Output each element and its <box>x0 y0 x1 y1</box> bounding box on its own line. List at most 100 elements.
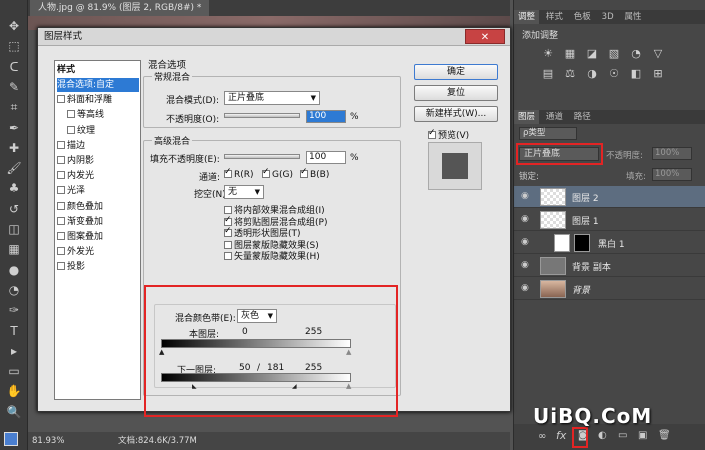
gradient-icon[interactable]: ▦ <box>6 241 22 257</box>
invert-icon[interactable]: ⊞ <box>652 68 664 80</box>
advanced-option-checkbox[interactable] <box>224 206 232 214</box>
style-checkbox[interactable] <box>67 125 75 134</box>
layer-row[interactable]: ◉ 图层 2 <box>514 186 705 208</box>
advanced-option-checkbox[interactable] <box>224 252 232 260</box>
advanced-option-checkbox[interactable] <box>224 226 232 237</box>
layer-row[interactable]: ◉ 黑白 1 <box>514 232 705 254</box>
style-item[interactable]: 颜色叠加 <box>57 200 139 214</box>
quick-select-icon[interactable]: ✎ <box>6 79 22 95</box>
style-checkbox[interactable] <box>57 95 65 104</box>
layer-row[interactable]: ◉ 背景 副本 <box>514 255 705 277</box>
stamp-icon[interactable]: ♣ <box>6 180 22 196</box>
tab-properties[interactable]: 属性 <box>621 10 646 24</box>
style-checkbox[interactable] <box>57 156 65 164</box>
preview-toggle[interactable]: 预览(V) <box>428 128 469 141</box>
move-icon[interactable]: ✥ <box>6 18 22 34</box>
style-item[interactable]: 混合选项:自定 <box>57 78 139 92</box>
visibility-eye-icon[interactable]: ◉ <box>521 214 529 224</box>
fill-opacity-slider[interactable] <box>224 154 300 159</box>
channel-g-checkbox[interactable] <box>262 167 270 178</box>
layer-filter-select[interactable]: ρ类型 <box>519 127 577 140</box>
pen-icon[interactable]: ✑ <box>6 302 22 318</box>
style-checkbox[interactable] <box>57 140 65 149</box>
channel-b[interactable]: B(B) <box>300 167 329 180</box>
levels-icon[interactable]: ▦ <box>564 48 576 60</box>
visibility-eye-icon[interactable]: ◉ <box>521 260 529 270</box>
style-item[interactable]: 内阴影 <box>57 154 139 168</box>
preview-checkbox[interactable] <box>428 128 436 139</box>
style-checkbox[interactable] <box>57 232 65 240</box>
style-item[interactable]: 投影 <box>57 260 139 274</box>
history-brush-icon[interactable]: ↺ <box>6 201 22 217</box>
advanced-option-checkbox[interactable] <box>224 240 232 249</box>
document-tab[interactable]: 人物.jpg @ 81.9% (图层 2, RGB/8#) * <box>30 0 210 16</box>
color-balance-icon[interactable]: ▤ <box>542 68 554 80</box>
ok-button[interactable]: 确定 <box>414 64 498 80</box>
healing-icon[interactable]: ✚ <box>6 140 22 156</box>
foreground-color-swatch[interactable] <box>4 432 18 446</box>
styles-header[interactable]: 样式 <box>57 63 139 77</box>
style-item[interactable]: 图案叠加 <box>57 230 139 244</box>
tab-adjustments[interactable]: 调整 <box>514 10 540 24</box>
style-item[interactable]: 光泽 <box>57 184 139 198</box>
tab-styles[interactable]: 样式 <box>542 10 567 24</box>
tab-swatches[interactable]: 色板 <box>570 10 595 24</box>
style-item[interactable]: 斜面和浮雕 <box>57 93 139 107</box>
eraser-icon[interactable]: ◫ <box>6 221 22 237</box>
knockout-select[interactable]: 无 <box>224 185 264 199</box>
blur-icon[interactable]: ● <box>6 262 22 278</box>
group-icon[interactable]: ▭ <box>618 430 627 441</box>
tab-3d[interactable]: 3D <box>598 10 618 24</box>
curves-icon[interactable]: ◪ <box>586 48 598 60</box>
style-checkbox[interactable] <box>57 216 65 225</box>
blend-mode-select[interactable]: 正片叠底 <box>224 91 320 105</box>
style-checkbox[interactable] <box>57 186 65 195</box>
style-item[interactable]: 等高线 <box>67 108 149 122</box>
opacity-input[interactable]: 100 <box>306 110 346 123</box>
tab-channels[interactable]: 通道 <box>542 110 567 124</box>
fx-icon[interactable]: fx <box>556 429 566 442</box>
style-checkbox[interactable] <box>67 110 75 119</box>
reset-button[interactable]: 复位 <box>414 85 498 101</box>
advanced-option-checkbox[interactable] <box>224 215 232 226</box>
hsl-icon[interactable]: ▽ <box>652 48 664 60</box>
marquee-icon[interactable]: ⬚ <box>6 38 22 54</box>
lasso-icon[interactable]: ᑕ <box>6 59 22 75</box>
layer-row[interactable]: ◉ 背景 <box>514 278 705 300</box>
shape-icon[interactable]: ▭ <box>6 363 22 379</box>
exposure-icon[interactable]: ▧ <box>608 48 620 60</box>
style-item[interactable]: 纹理 <box>67 124 149 138</box>
zoom-readout[interactable]: 81.93% <box>32 432 64 450</box>
eyedropper-icon[interactable]: ✒ <box>6 120 22 136</box>
style-checkbox[interactable] <box>57 201 65 210</box>
new-layer-icon[interactable]: ▣ <box>638 430 647 441</box>
style-item[interactable]: 渐变叠加 <box>57 215 139 229</box>
brush-icon[interactable]: 🖌 <box>6 160 22 176</box>
adjustment-layer-icon[interactable]: ◐ <box>598 430 607 441</box>
style-item[interactable]: 内发光 <box>57 169 139 183</box>
tab-paths[interactable]: 路径 <box>570 110 595 124</box>
opacity-slider[interactable] <box>224 113 300 118</box>
channel-b-checkbox[interactable] <box>300 167 308 178</box>
advanced-option[interactable]: 矢量蒙版隐藏效果(H) <box>224 249 320 262</box>
tab-layers[interactable]: 图层 <box>514 110 540 124</box>
bw-icon[interactable]: ⚖ <box>564 68 576 80</box>
layer-fill-field[interactable]: 100% <box>652 168 692 181</box>
link-layers-icon[interactable]: ∞ <box>538 431 546 442</box>
zoom-icon[interactable]: 🔍 <box>6 404 22 420</box>
photo-filter-icon[interactable]: ◑ <box>586 68 598 80</box>
channel-mixer-icon[interactable]: ☉ <box>608 68 620 80</box>
delete-layer-icon[interactable]: 🗑 <box>658 430 671 441</box>
channel-r[interactable]: R(R) <box>224 167 254 180</box>
layer-row[interactable]: ◉ 图层 1 <box>514 209 705 231</box>
style-checkbox[interactable] <box>57 171 65 180</box>
brightness-icon[interactable]: ☀ <box>542 48 554 60</box>
path-select-icon[interactable]: ▸ <box>6 343 22 359</box>
color-lookup-icon[interactable]: ◧ <box>630 68 642 80</box>
new-style-button[interactable]: 新建样式(W)... <box>414 106 498 122</box>
layer-opacity-field[interactable]: 100% <box>652 147 692 160</box>
dodge-icon[interactable]: ◔ <box>6 282 22 298</box>
channel-r-checkbox[interactable] <box>224 167 232 178</box>
crop-icon[interactable]: ⌗ <box>6 99 22 115</box>
hand-icon[interactable]: ✋ <box>6 383 22 399</box>
